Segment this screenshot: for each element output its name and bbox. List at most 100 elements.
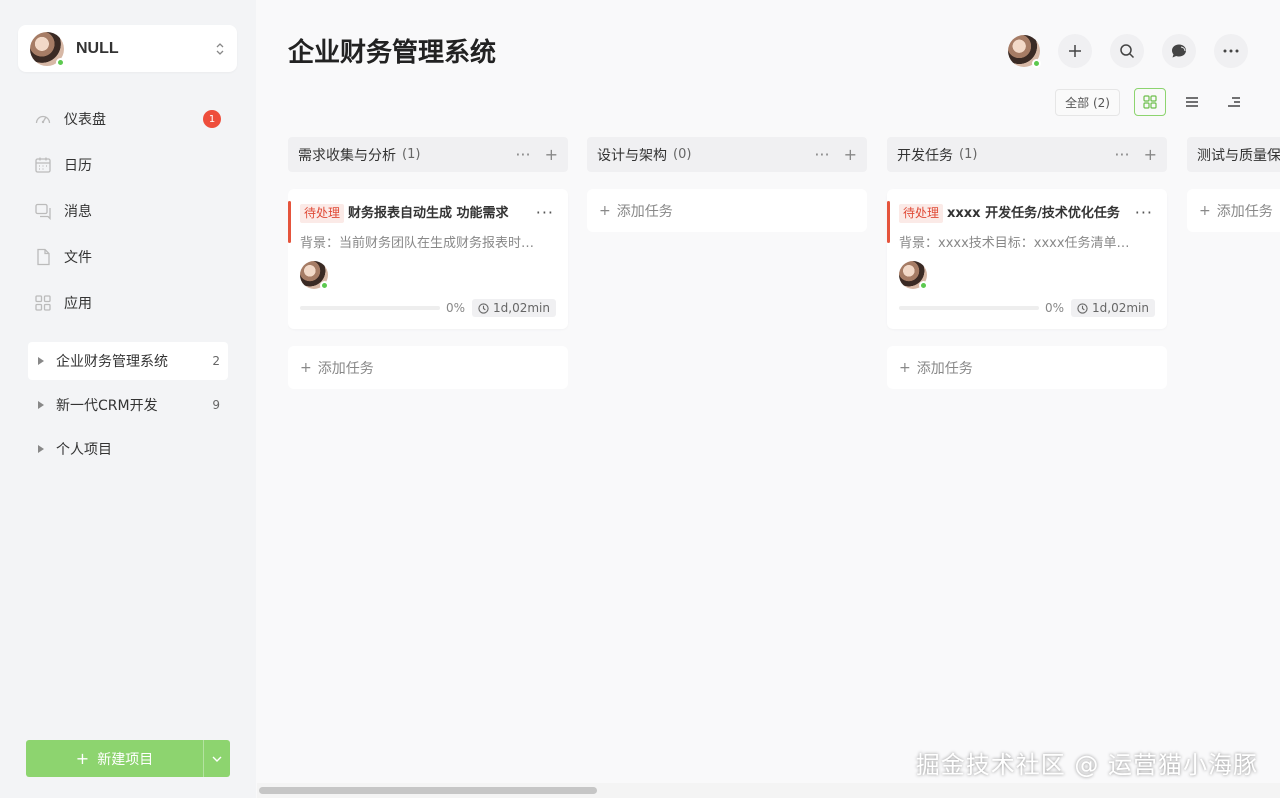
more-horizontal-icon	[1223, 49, 1239, 53]
notification-badge: 1	[203, 110, 221, 128]
calendar-icon	[34, 156, 52, 174]
add-task-button[interactable]: + 添加任务	[887, 346, 1167, 389]
column-title: 需求收集与分析	[298, 147, 396, 164]
chevron-down-icon[interactable]	[204, 756, 230, 762]
new-project-main[interactable]: + 新建项目	[26, 740, 204, 777]
file-icon	[34, 248, 52, 266]
assignee-avatar[interactable]	[899, 261, 928, 290]
clock-icon	[478, 302, 489, 314]
project-item[interactable]: 新一代CRM开发 9	[28, 386, 228, 424]
assignee-avatar[interactable]	[300, 261, 329, 290]
project-item[interactable]: 个人项目	[28, 430, 228, 468]
column-count: (0)	[673, 147, 692, 162]
card-more-icon[interactable]: ···	[536, 203, 554, 222]
plus-icon: +	[300, 359, 312, 376]
tree-view-button[interactable]	[1218, 88, 1250, 116]
board-column: 需求收集与分析 (1) ··· + 待处理 财务报表自动生成 功能需求 ··· 背…	[288, 137, 568, 389]
task-card[interactable]: 待处理 财务报表自动生成 功能需求 ··· 背景：当前财务团队在生成财务报表时… …	[288, 189, 568, 329]
search-button[interactable]	[1110, 34, 1144, 68]
column-title: 测试与质量保	[1197, 147, 1280, 164]
expand-triangle-icon[interactable]	[38, 445, 44, 453]
main-nav: 仪表盘 1 日历 消息 文件 应用	[18, 96, 238, 326]
sidebar: NULL 仪表盘 1 日历 消息 文件 应用 企业财务管理系统 2 新一代CRM…	[0, 0, 256, 798]
nav-label: 应用	[64, 296, 92, 312]
progress-bar	[300, 306, 440, 310]
new-project-button[interactable]: + 新建项目	[26, 740, 230, 777]
chat-icon	[1172, 44, 1186, 58]
progress-bar	[899, 306, 1039, 310]
time-estimate: 1d,02min	[472, 299, 556, 317]
more-button[interactable]	[1214, 34, 1248, 68]
time-estimate-value: 1d,02min	[493, 301, 550, 315]
new-project-label: 新建项目	[97, 751, 154, 768]
project-name: 企业财务管理系统	[56, 354, 168, 370]
progress-percent: 0%	[446, 301, 466, 315]
column-title: 开发任务	[897, 147, 953, 164]
add-button[interactable]	[1058, 34, 1092, 68]
scrollbar-thumb[interactable]	[259, 787, 597, 794]
add-task-button[interactable]: + 添加任务	[288, 346, 568, 389]
nav-item-apps[interactable]: 应用	[18, 280, 238, 326]
add-task-button[interactable]: + 添加任务	[587, 189, 867, 232]
plus-icon[interactable]: +	[1144, 145, 1157, 164]
project-list: 企业财务管理系统 2 新一代CRM开发 9 个人项目	[28, 342, 228, 474]
nav-label: 文件	[64, 250, 92, 266]
column-count: (1)	[402, 147, 421, 162]
online-status-dot	[320, 281, 329, 290]
nav-item-files[interactable]: 文件	[18, 234, 238, 280]
add-task-label: 添加任务	[916, 360, 973, 377]
expand-triangle-icon[interactable]	[38, 401, 44, 409]
nav-item-calendar[interactable]: 日历	[18, 142, 238, 188]
plus-icon[interactable]: +	[844, 145, 857, 164]
card-more-icon[interactable]: ···	[1135, 203, 1153, 222]
plus-icon[interactable]: +	[545, 145, 558, 164]
expand-triangle-icon[interactable]	[38, 357, 44, 365]
header-actions	[1008, 34, 1248, 68]
user-avatar	[30, 31, 65, 67]
task-title: 财务报表自动生成 功能需求	[348, 206, 509, 221]
more-horizontal-icon[interactable]: ···	[814, 145, 829, 164]
board-column: 开发任务 (1) ··· + 待处理 xxxx 开发任务/技术优化任务 ··· 背…	[887, 137, 1167, 389]
task-card[interactable]: 待处理 xxxx 开发任务/技术优化任务 ··· 背景：xxxx技术目标：xxxx…	[887, 189, 1167, 329]
nav-item-messages[interactable]: 消息	[18, 188, 238, 234]
more-horizontal-icon[interactable]: ···	[515, 145, 530, 164]
plus-icon: +	[899, 359, 911, 376]
message-icon	[34, 202, 52, 220]
column-title: 设计与架构	[597, 147, 667, 164]
plus-icon: +	[599, 202, 611, 219]
project-item[interactable]: 企业财务管理系统 2	[28, 342, 228, 380]
project-count: 9	[212, 398, 220, 412]
apps-icon	[34, 294, 52, 312]
nav-label: 仪表盘	[64, 112, 106, 128]
project-count: 2	[212, 354, 220, 368]
online-status-dot	[1032, 59, 1041, 68]
list-view-button[interactable]	[1176, 88, 1208, 116]
project-name: 新一代CRM开发	[56, 398, 158, 414]
board-view-button[interactable]	[1134, 88, 1166, 116]
member-avatar[interactable]	[1008, 35, 1041, 68]
column-header: 开发任务 (1) ··· +	[887, 137, 1167, 172]
nav-label: 消息	[64, 204, 92, 220]
board-column: 设计与架构 (0) ··· + + 添加任务	[587, 137, 867, 232]
board-column: 测试与质量保 + 添加任务	[1187, 137, 1280, 232]
column-header: 设计与架构 (0) ··· +	[587, 137, 867, 172]
grid-icon	[1143, 95, 1157, 109]
task-description: 背景：xxxx技术目标：xxxx任务清单…	[899, 236, 1130, 251]
plus-icon	[1069, 45, 1081, 57]
plus-icon: +	[75, 749, 90, 768]
page-title: 企业财务管理系统	[288, 38, 497, 68]
chat-button[interactable]	[1162, 34, 1196, 68]
user-switcher[interactable]: NULL	[18, 25, 237, 72]
add-task-label: 添加任务	[1216, 203, 1273, 220]
dashboard-icon	[34, 110, 52, 128]
column-header: 需求收集与分析 (1) ··· +	[288, 137, 568, 172]
task-title-row: 待处理 财务报表自动生成 功能需求	[300, 203, 556, 224]
view-toolbar: 全部 (2)	[1055, 88, 1250, 116]
horizontal-scrollbar[interactable]	[257, 783, 1280, 798]
filter-all-button[interactable]: 全部 (2)	[1055, 88, 1120, 116]
more-horizontal-icon[interactable]: ···	[1114, 145, 1129, 164]
add-task-button[interactable]: + 添加任务	[1187, 189, 1280, 232]
status-tag: 待处理	[300, 204, 345, 223]
online-status-dot	[919, 281, 928, 290]
nav-item-dashboard[interactable]: 仪表盘 1	[18, 96, 238, 142]
